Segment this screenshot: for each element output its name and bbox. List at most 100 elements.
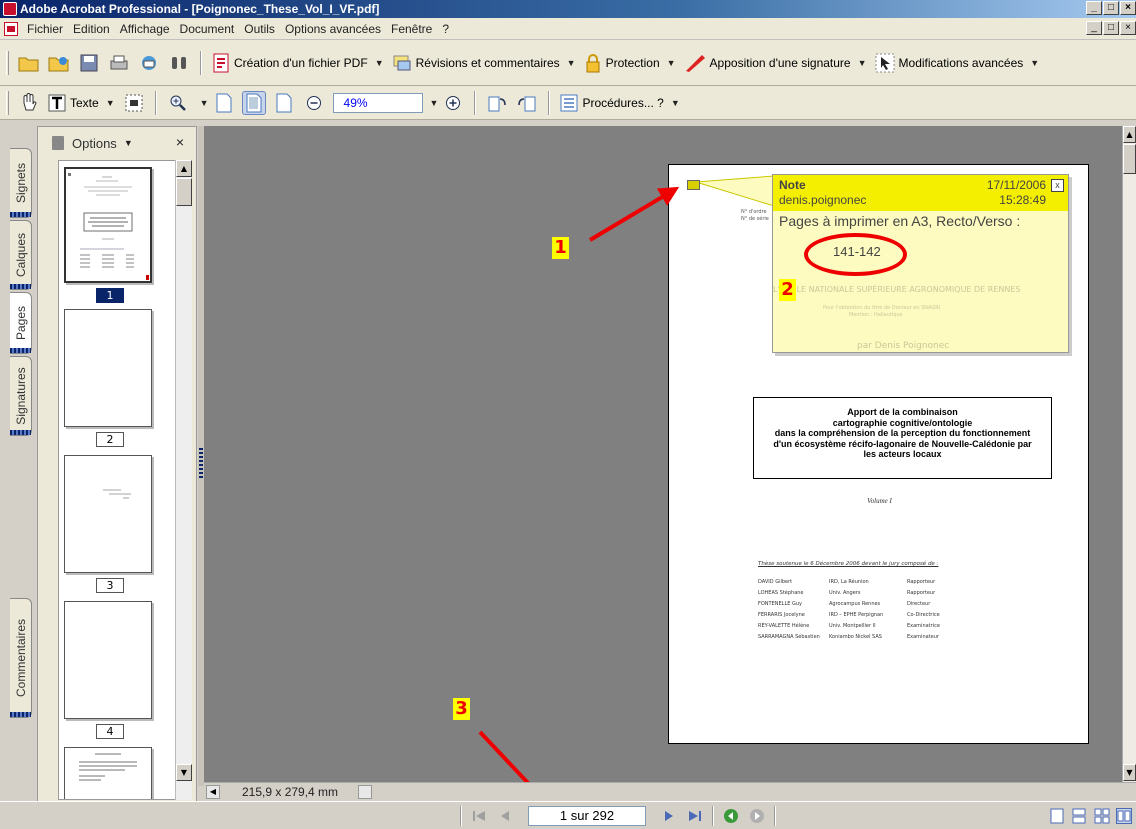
note-close-button[interactable]: x: [1051, 179, 1064, 192]
single-page-icon[interactable]: [1050, 808, 1066, 824]
jury-row: FONTENELLE Guy Agrocampus Rennes Directeur: [758, 601, 931, 607]
print-icon[interactable]: [107, 51, 131, 75]
search-binoculars-icon[interactable]: [167, 51, 191, 75]
open-web-folder-icon[interactable]: [47, 51, 71, 75]
zoom-out-icon[interactable]: [302, 91, 326, 115]
last-page-icon[interactable]: [685, 807, 705, 825]
previous-view-icon[interactable]: [721, 807, 741, 825]
page-number-input[interactable]: 1 sur 292: [528, 805, 646, 826]
zoom-in-tool-icon[interactable]: [166, 91, 190, 115]
toolbar-grip[interactable]: [6, 90, 9, 115]
page-number-2[interactable]: 2: [96, 432, 124, 447]
close-panel-button[interactable]: ×: [176, 134, 184, 150]
menu-outils[interactable]: Outils: [239, 22, 280, 36]
note-text-line-1[interactable]: Pages à imprimer en A3, Recto/Verso :: [779, 213, 1020, 229]
chevron-down-icon[interactable]: ▼: [200, 98, 209, 108]
zoom-in-icon[interactable]: [441, 91, 465, 115]
open-folder-icon[interactable]: [17, 51, 41, 75]
text-select-button[interactable]: Texte ▼: [48, 94, 115, 112]
document-menu-icon[interactable]: [4, 21, 18, 36]
menu-options-avancees[interactable]: Options avancées: [280, 22, 386, 36]
thumbnail-page-1[interactable]: [64, 167, 152, 283]
zoom-level-input[interactable]: 49%: [332, 92, 423, 113]
doc-scroll-down-button[interactable]: ▼: [1123, 764, 1136, 781]
toolbar-grip[interactable]: [6, 50, 9, 75]
doc-scroll-thumb[interactable]: [1123, 144, 1136, 174]
horizontal-scroll-left[interactable]: [358, 785, 373, 799]
review-comment-button[interactable]: Révisions et commentaires ▼: [392, 53, 576, 73]
next-view-icon[interactable]: [747, 807, 767, 825]
protection-button[interactable]: Protection ▼: [584, 53, 676, 73]
split-view-icon[interactable]: ◀: [206, 785, 220, 799]
thumbnail-page-4[interactable]: [64, 601, 152, 719]
tab-signets[interactable]: Signets: [10, 148, 32, 218]
thumbnails-scrollbar[interactable]: ▲ ▼: [175, 160, 192, 800]
scroll-up-button[interactable]: ▲: [176, 160, 192, 177]
nav-separator: [712, 805, 714, 826]
chevron-down-icon[interactable]: ▼: [858, 58, 867, 68]
fit-page-icon[interactable]: [241, 90, 266, 115]
chevron-down-icon[interactable]: ▼: [567, 58, 576, 68]
procedures-button[interactable]: Procédures... ? ▼: [560, 94, 680, 112]
menu-affichage[interactable]: Affichage: [115, 22, 175, 36]
chevron-down-icon[interactable]: ▼: [106, 98, 115, 108]
advanced-editing-button[interactable]: Modifications avancées ▼: [875, 53, 1039, 73]
thumbnail-page-3[interactable]: [64, 455, 152, 573]
thumbnail-page-2[interactable]: [64, 309, 152, 427]
chevron-down-icon[interactable]: ▼: [1030, 58, 1039, 68]
minimize-button[interactable]: _: [1086, 1, 1102, 15]
thumbnail-page-5[interactable]: [64, 747, 152, 799]
menu-edition[interactable]: Edition: [68, 22, 115, 36]
signature-button[interactable]: Apposition d'une signature ▼: [684, 53, 867, 73]
continuous-page-icon[interactable]: [1072, 808, 1088, 824]
chevron-down-icon[interactable]: ▼: [671, 98, 680, 108]
note-author: denis.poignonec: [779, 193, 867, 207]
doc-scroll-up-button[interactable]: ▲: [1123, 126, 1136, 143]
actual-size-icon[interactable]: [212, 91, 236, 115]
chevron-down-icon[interactable]: ▼: [430, 98, 439, 108]
tab-commentaires[interactable]: Commentaires: [10, 598, 32, 718]
chevron-down-icon[interactable]: ▼: [375, 58, 384, 68]
create-pdf-label: Création d'un fichier PDF: [234, 55, 368, 70]
page-number-3[interactable]: 3: [96, 578, 124, 593]
menu-fenetre[interactable]: Fenêtre: [386, 22, 437, 36]
first-page-icon[interactable]: [469, 807, 489, 825]
page-number-1[interactable]: 1: [96, 288, 124, 303]
email-icon[interactable]: [137, 51, 161, 75]
hand-tool-icon[interactable]: [17, 91, 41, 115]
snapshot-icon[interactable]: [122, 91, 146, 115]
splitter-grip: [199, 446, 203, 478]
page-5-preview: [79, 753, 137, 781]
scroll-down-button[interactable]: ▼: [176, 764, 192, 781]
page-size-readout: 215,9 x 279,4 mm: [242, 785, 339, 799]
menu-help[interactable]: ?: [437, 22, 454, 36]
menu-document[interactable]: Document: [175, 22, 240, 36]
comment-note-icon[interactable]: [687, 180, 700, 190]
trash-icon[interactable]: [52, 136, 64, 150]
tab-pages[interactable]: Pages: [10, 292, 32, 354]
rotate-counterclockwise-icon[interactable]: [515, 91, 539, 115]
close-window-button[interactable]: ×: [1120, 1, 1136, 15]
tab-signatures[interactable]: Signatures: [10, 356, 32, 436]
fit-width-icon[interactable]: [272, 91, 296, 115]
document-scrollbar[interactable]: ▲ ▼: [1122, 126, 1136, 782]
jury-row: REY-VALETTE Hélène Univ. Montpellier II Ex…: [758, 623, 940, 629]
chevron-down-icon[interactable]: ▼: [124, 138, 133, 148]
continuous-facing-icon[interactable]: [1116, 808, 1132, 824]
next-page-icon[interactable]: [659, 807, 679, 825]
doc-minimize-button[interactable]: _: [1086, 21, 1102, 35]
options-menu[interactable]: Options: [72, 136, 117, 151]
doc-close-button[interactable]: ×: [1120, 21, 1136, 35]
chevron-down-icon[interactable]: ▼: [667, 58, 676, 68]
maximize-button[interactable]: □: [1103, 1, 1119, 15]
doc-restore-button[interactable]: □: [1103, 21, 1119, 35]
page-number-4[interactable]: 4: [96, 724, 124, 739]
save-icon[interactable]: [77, 51, 101, 75]
previous-page-icon[interactable]: [495, 807, 515, 825]
facing-pages-icon[interactable]: [1094, 808, 1110, 824]
rotate-clockwise-icon[interactable]: [485, 91, 509, 115]
tab-calques[interactable]: Calques: [10, 220, 32, 290]
scroll-thumb[interactable]: [176, 178, 192, 206]
menu-fichier[interactable]: Fichier: [22, 22, 68, 36]
create-pdf-button[interactable]: Création d'un fichier PDF ▼: [212, 53, 384, 73]
